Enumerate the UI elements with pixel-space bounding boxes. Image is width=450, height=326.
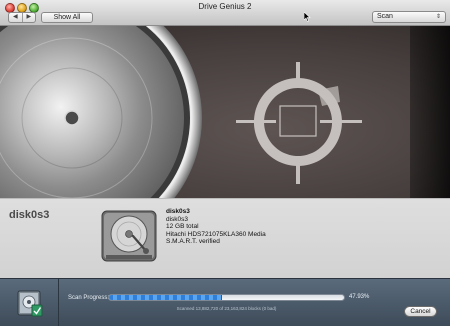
scan-status-icon [15,287,45,324]
scan-progress-detail: Scanned 13,882,720 of 23,163,824 blocks … [176,306,277,311]
show-all-button[interactable]: Show All [41,12,93,23]
back-arrow-icon[interactable]: ◀ [9,13,22,22]
scan-progress-fill [109,295,222,300]
status-separator [58,279,59,326]
scan-progress-percent: 47.93% [349,294,370,300]
titlebar-toolbar: Drive Genius 2 ◀ ▶ Show All Scan ⇕ [0,0,450,26]
disk-name: disk0s3 [166,208,190,215]
scan-status-bar: Scan Progress: 47.93% Scanned 13,882,720… [0,278,450,326]
disk-details: disk0s3 disk0s3 12 GB total Hitachi HDS7… [166,208,266,246]
disk-size: 12 GB total [166,223,199,231]
cancel-button[interactable]: Cancel [404,306,437,317]
scan-progress-label: Scan Progress: [68,295,110,301]
disk-id: disk0s3 [166,215,189,223]
banner-edge-shade [410,26,450,198]
forward-arrow-icon[interactable]: ▶ [21,13,36,22]
disk-smart-status: S.M.A.R.T. verified [166,238,220,246]
mode-popup-value: Scan [377,13,393,20]
disk-model: Hitachi HDS721075KLA360 Media [166,230,266,238]
disk-info-panel: disk0s3 disk0s3 disk0s3 12 GB total Hita… [0,198,450,278]
crosshair-target [236,62,362,184]
chevron-updown-icon: ⇕ [435,14,441,20]
drive-genius-window: Drive Genius 2 ◀ ▶ Show All Scan ⇕ disk0… [0,0,450,326]
banner-artwork [0,26,450,198]
window-title: Drive Genius 2 [198,2,252,11]
banner-graphic [0,26,450,198]
cursor-icon [303,11,311,24]
hard-drive-icon [100,207,158,270]
dial-spindle [64,110,80,126]
disk-heading: disk0s3 [9,209,50,221]
scan-progress-bar [108,294,345,301]
mode-popup[interactable]: Scan ⇕ [372,11,446,23]
back-forward-control: ◀ ▶ [8,12,36,23]
